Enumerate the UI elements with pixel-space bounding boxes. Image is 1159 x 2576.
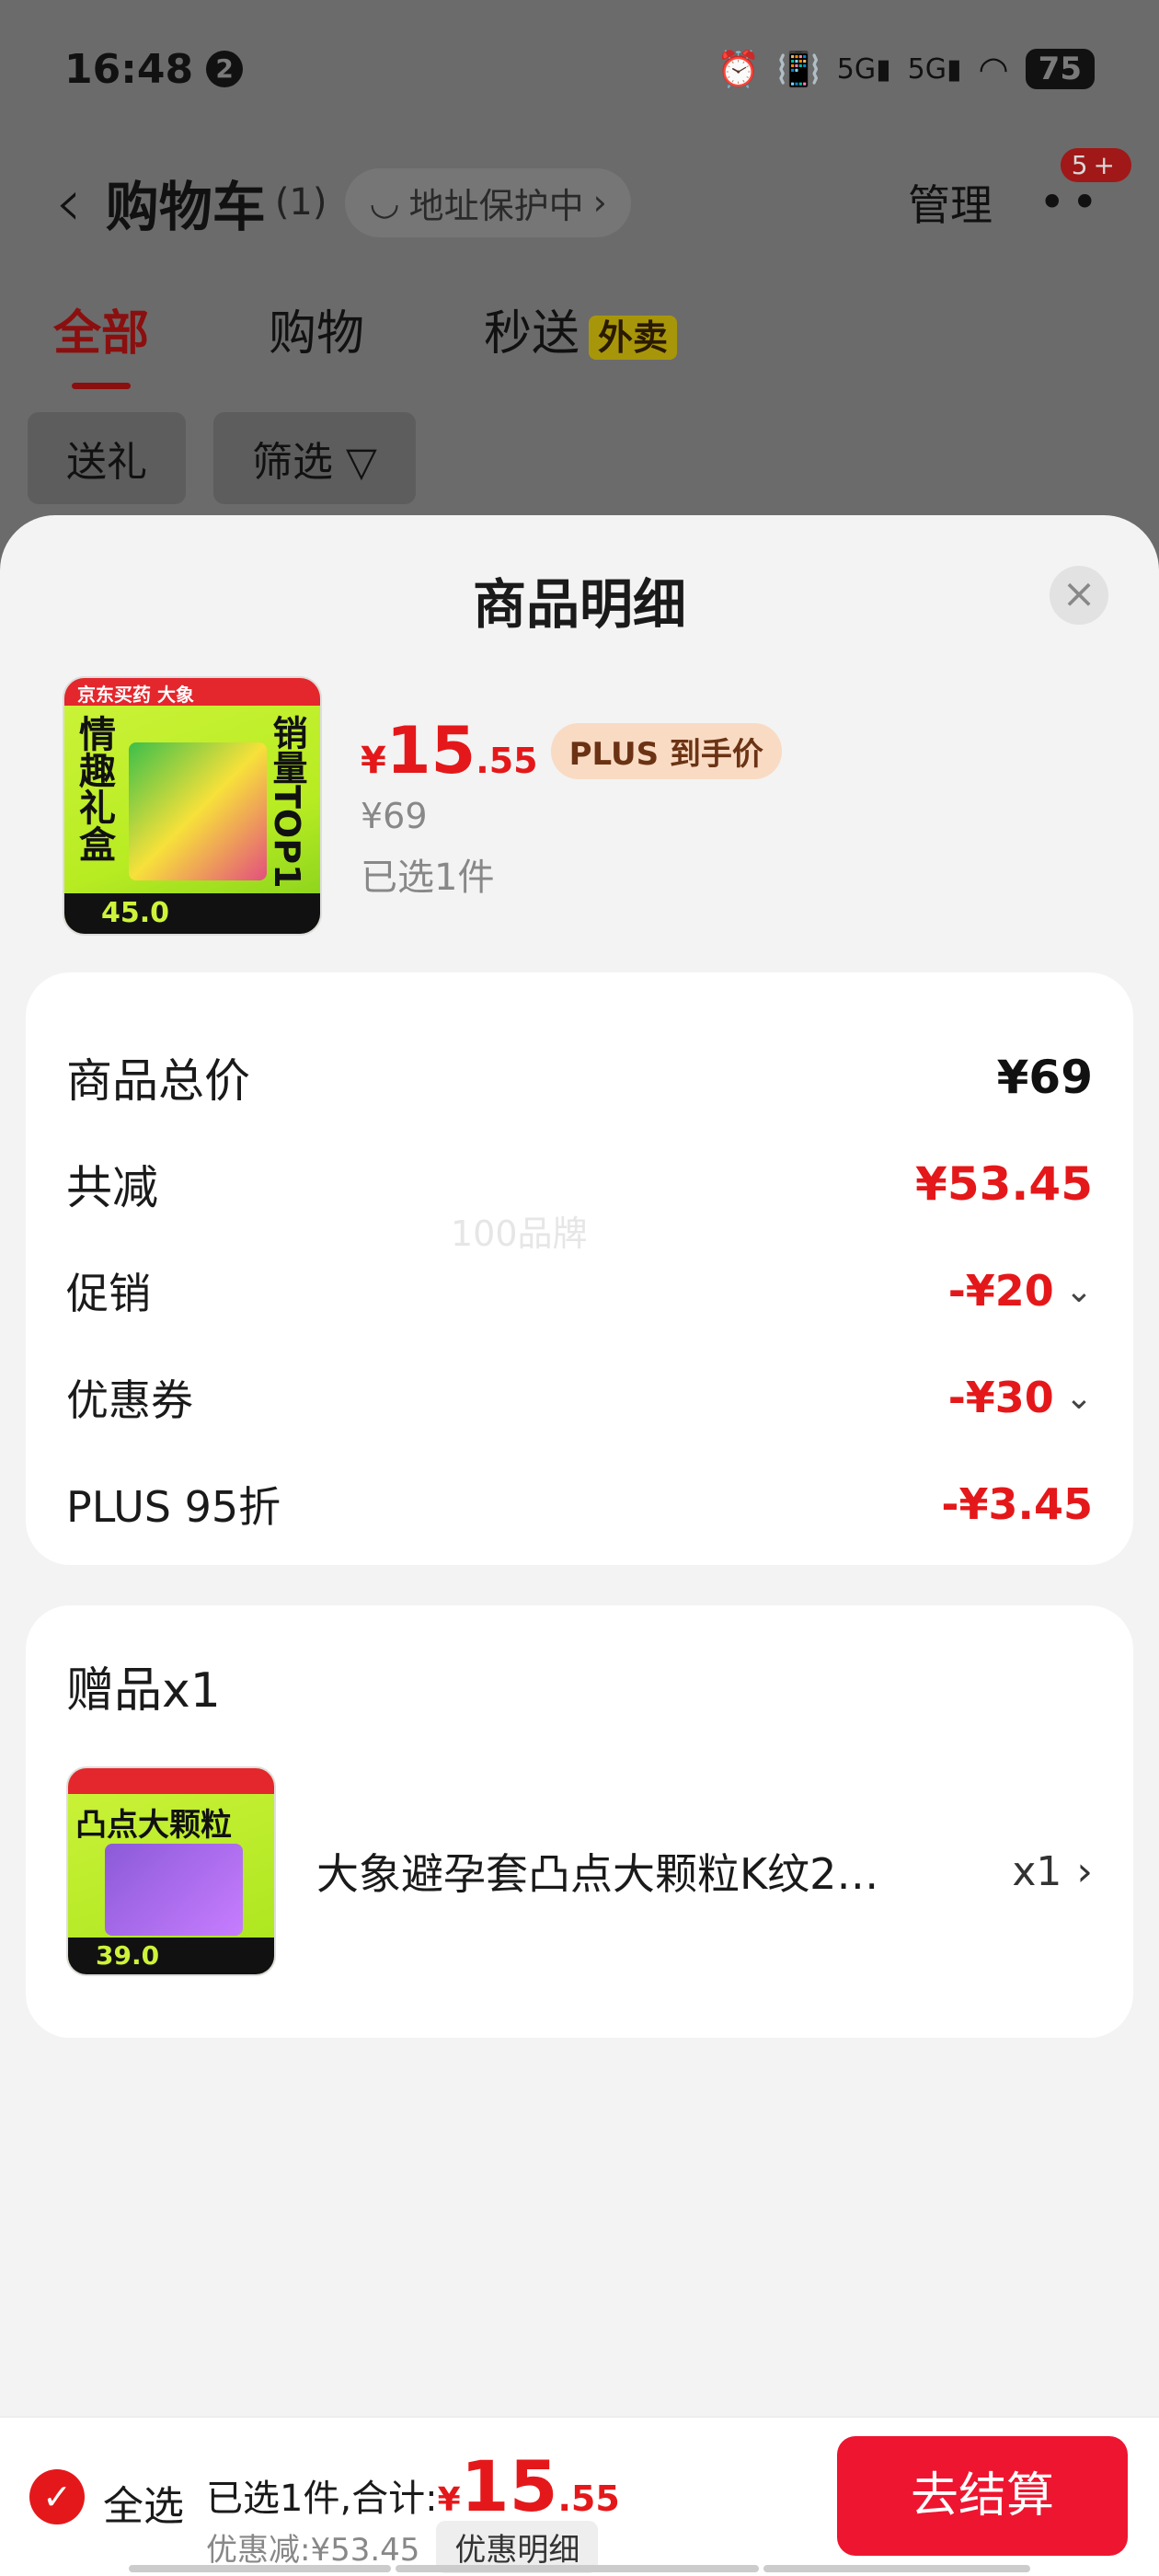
cart-header: ‹ 购物车 (1) ◡ 地址保护中 › 管理 •• 5+ — [0, 147, 1159, 258]
gift-card: 赠品x1 凸点大颗粒 39.0 大象避孕套凸点大颗粒K纹2… x1 › — [26, 1605, 1133, 2038]
image-price: 45.0 — [64, 893, 320, 934]
plus-discount-label: PLUS 95折 — [66, 1482, 281, 1532]
back-arrow-icon[interactable]: ‹ — [55, 164, 82, 241]
cart-count: (1) — [274, 181, 327, 224]
chevron-down-icon: ⌄ — [1064, 1378, 1093, 1417]
checkout-bar: ✓ 全选 已选1件,合计: ¥ 15 .55 优惠减:¥53.45 优惠明细 去… — [0, 2416, 1159, 2576]
gift-image-price: 39.0 — [68, 1938, 274, 1974]
signal-icon-2: 5G▮ — [907, 52, 962, 86]
alarm-icon: ⏰ — [717, 48, 761, 89]
checkout-button[interactable]: 去结算 — [837, 2436, 1128, 2556]
signal-icon: 5G▮ — [836, 52, 891, 86]
coupon-label: 优惠券 — [66, 1375, 193, 1425]
product-image: 京东买药 大象 情趣礼盒 销量TOP1 45.0 — [63, 676, 322, 936]
notification-count: 2 — [206, 51, 244, 87]
scroll-indicator — [396, 2565, 759, 2572]
plus-price-tag: PLUS 到手价 — [550, 722, 782, 779]
gift-qty-value: x1 — [1012, 1847, 1062, 1895]
total-decimal: .55 — [557, 2478, 620, 2519]
total-reduction-value: ¥53.45 — [915, 1157, 1093, 1211]
address-protection-label: 地址保护中 — [408, 185, 584, 226]
filter-chip[interactable]: 筛选 ▽ — [213, 412, 416, 504]
close-icon[interactable]: × — [1050, 566, 1108, 625]
total-reduction-label: 共减 — [66, 1161, 158, 1214]
scroll-indicator — [763, 2565, 1030, 2572]
price-decimal: .55 — [476, 741, 538, 781]
chevron-right-icon: › — [592, 182, 607, 223]
plus-discount-value: -¥3.45 — [941, 1479, 1093, 1529]
tab-instant-delivery[interactable]: 秒送 外卖 — [484, 294, 678, 363]
tab-shopping[interactable]: 购物 — [269, 294, 364, 363]
wifi-icon: ◠ — [978, 49, 1009, 89]
total-price-row: 商品总价 ¥69 — [66, 1024, 1093, 1131]
gift-name: 大象避孕套凸点大颗粒K纹2… — [316, 1849, 879, 1899]
original-price: ¥69 — [361, 796, 428, 836]
watermark: 100品牌 — [451, 1213, 588, 1254]
discount-text: 优惠减:¥53.45 — [206, 2532, 420, 2569]
cart-tabs: 全部 购物 秒送 外卖 — [53, 294, 678, 389]
battery-icon: 75 — [1025, 49, 1095, 89]
total-summary-text: 已选1件,合计: — [206, 2478, 438, 2520]
select-all-label[interactable]: 全选 — [103, 2473, 184, 2532]
selected-quantity: 已选1件 — [361, 857, 495, 899]
coupon-row[interactable]: 优惠券 -¥30 ⌄ — [66, 1344, 1093, 1451]
product-detail-sheet: 商品明细 × 京东买药 大象 情趣礼盒 销量TOP1 45.0 ¥ 15 .55… — [0, 515, 1159, 2576]
total-integer: 15 — [460, 2445, 558, 2527]
product-item: 京东买药 大象 情趣礼盒 销量TOP1 45.0 ¥ 15 .55 PLUS 到… — [63, 676, 1102, 943]
price-integer: 15 — [385, 713, 476, 788]
total-price-value: ¥69 — [996, 1051, 1093, 1104]
product-box-graphic — [129, 742, 267, 880]
scroll-indicator — [129, 2565, 391, 2572]
plus-discount-row: PLUS 95折 -¥3.45 — [66, 1451, 1093, 1558]
total-currency: ¥ — [437, 2481, 461, 2519]
manage-button[interactable]: 管理 — [908, 172, 993, 233]
product-price: ¥ 15 .55 PLUS 到手价 — [361, 713, 782, 788]
price-breakdown-card: 商品总价 ¥69 共减 ¥53.45 促销 -¥20 ⌄ 优惠券 -¥30 ⌄ PL… — [26, 972, 1133, 1565]
status-icons: ⏰ 📳 5G▮ 5G▮ ◠ 75 — [717, 49, 1095, 90]
takeout-badge: 外卖 — [589, 316, 678, 360]
gift-image-text: 凸点大颗粒 — [75, 1807, 232, 1844]
more-menu-icon[interactable]: •• 5+ — [1039, 148, 1131, 229]
price-currency: ¥ — [361, 740, 386, 782]
page-title: 购物车 — [105, 176, 266, 238]
image-brand-text: 京东买药 大象 — [77, 684, 194, 706]
gift-item[interactable]: 凸点大颗粒 39.0 大象避孕套凸点大颗粒K纹2… x1 › — [66, 1766, 1093, 1976]
order-total: 已选1件,合计: ¥ 15 .55 — [206, 2445, 620, 2527]
tab-all[interactable]: 全部 — [53, 294, 149, 389]
promotion-label: 促销 — [66, 1269, 151, 1318]
total-price-label: 商品总价 — [66, 1054, 250, 1108]
product-info: ¥ 15 .55 PLUS 到手价 ¥69 已选1件 — [361, 676, 782, 943]
filter-bar: 送礼 筛选 ▽ — [28, 412, 416, 504]
tab-instant-label: 秒送 — [484, 306, 580, 362]
chevron-down-icon: ⌄ — [1064, 1271, 1093, 1310]
chevron-right-icon: › — [1076, 1847, 1093, 1895]
status-bar: 16:48 2 ⏰ 📳 5G▮ 5G▮ ◠ 75 — [0, 0, 1159, 138]
filter-label: 筛选 — [252, 439, 333, 486]
gift-quantity: x1 › — [1012, 1848, 1093, 1895]
select-all-checkbox[interactable]: ✓ — [29, 2469, 85, 2524]
gift-filter-chip[interactable]: 送礼 — [28, 412, 186, 504]
gift-box-graphic — [105, 1844, 243, 1936]
funnel-icon: ▽ — [346, 439, 377, 486]
sheet-title: 商品明细 — [472, 573, 686, 636]
gift-image: 凸点大颗粒 39.0 — [66, 1766, 276, 1976]
promotion-value: -¥20 — [947, 1266, 1054, 1316]
shield-icon: ◡ — [369, 182, 400, 223]
image-right-text: 销量TOP1 — [267, 715, 307, 889]
vibrate-icon: 📳 — [776, 48, 820, 89]
clock: 16:48 — [64, 45, 194, 93]
image-left-text: 情趣礼盒 — [73, 715, 115, 862]
coupon-value: -¥30 — [947, 1373, 1054, 1422]
message-badge: 5+ — [1060, 148, 1131, 182]
address-protection-chip[interactable]: ◡ 地址保护中 › — [345, 167, 631, 237]
gift-image-banner — [68, 1768, 274, 1794]
gift-title: 赠品x1 — [66, 1663, 221, 1719]
